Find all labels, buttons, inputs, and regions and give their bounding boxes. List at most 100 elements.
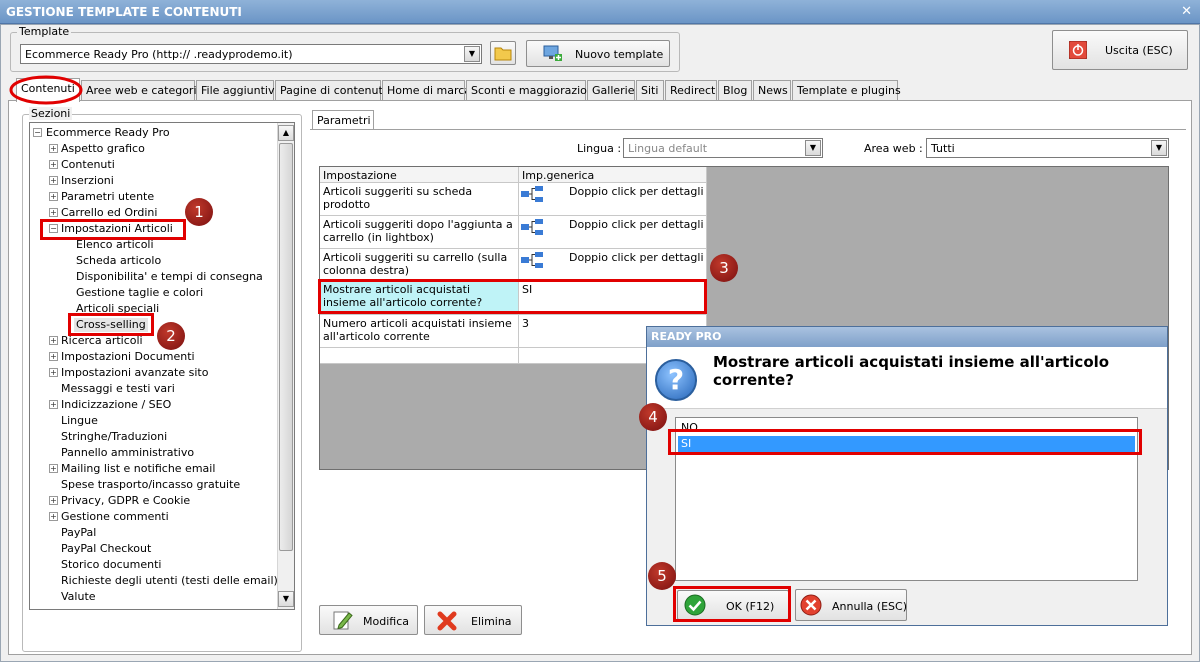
- power-icon: [1069, 41, 1087, 59]
- grid-empty-cell: [320, 348, 519, 364]
- col-header-setting: Impostazione: [320, 167, 519, 183]
- dialog-question: Mostrare articoli acquistati insieme all…: [713, 353, 1110, 389]
- expand-icon[interactable]: +: [49, 336, 58, 345]
- lingua-value: Lingua default: [628, 142, 708, 155]
- grid-setting-cell[interactable]: Articoli suggeriti su carrello (sulla co…: [320, 249, 519, 281]
- grid-setting-cell[interactable]: Articoli suggeriti dopo l'aggiunta a car…: [320, 216, 519, 249]
- chevron-down-icon[interactable]: ▼: [1151, 140, 1167, 156]
- tree-item[interactable]: Privacy, GDPR e Cookie: [61, 494, 190, 508]
- tab-siti[interactable]: Siti: [636, 80, 664, 100]
- modify-button[interactable]: Modifica: [319, 605, 418, 635]
- tab-divider: [310, 129, 1186, 130]
- chevron-down-icon[interactable]: ▼: [805, 140, 821, 156]
- tree-item[interactable]: Gestione taglie e colori: [76, 286, 203, 300]
- tree-item[interactable]: Messaggi e testi vari: [61, 382, 175, 396]
- tree-item[interactable]: PayPal: [61, 526, 96, 540]
- tree-item[interactable]: Valute: [61, 590, 96, 604]
- tree-item[interactable]: Indicizzazione / SEO: [61, 398, 171, 412]
- tree-root[interactable]: Ecommerce Ready Pro: [46, 126, 170, 140]
- expand-icon[interactable]: +: [49, 496, 58, 505]
- tree-item[interactable]: Mailing list e notifiche email: [61, 462, 215, 476]
- tree-item[interactable]: Disponibilita' e tempi di consegna: [76, 270, 263, 284]
- tree-scrollbar[interactable]: ▲ ▼: [277, 123, 294, 609]
- cancel-label: Annulla (ESC): [832, 600, 907, 613]
- expand-icon[interactable]: +: [49, 208, 58, 217]
- tab-template-plugins[interactable]: Template e plugins: [792, 80, 901, 100]
- dialog-title: READY PRO: [647, 327, 1167, 347]
- tab-news[interactable]: News: [753, 80, 791, 100]
- grid-setting-cell[interactable]: Numero articoli acquistati insieme all'a…: [320, 315, 519, 348]
- tree-item[interactable]: Impostazioni avanzate sito: [61, 366, 208, 380]
- grid-setting-cell[interactable]: Articoli suggeriti su scheda prodotto: [320, 183, 519, 216]
- grid-value-text: Doppio click per dettagli: [569, 251, 704, 264]
- tree-item[interactable]: Pannello amministrativo: [61, 446, 194, 460]
- annotation-badge-2: 2: [157, 322, 185, 350]
- expand-icon[interactable]: +: [49, 192, 58, 201]
- grid-value-cell[interactable]: Doppio click per dettagli: [519, 183, 707, 216]
- open-folder-button[interactable]: [490, 41, 516, 65]
- tab-aree-web[interactable]: Aree web e categorie: [81, 80, 203, 100]
- scroll-up-icon[interactable]: ▲: [278, 125, 294, 141]
- confirm-dialog: READY PRO ? Mostrare articoli acquistati…: [646, 326, 1168, 626]
- tree-item[interactable]: Spese trasporto/incasso gratuite: [61, 478, 240, 492]
- area-web-value: Tutti: [931, 142, 955, 155]
- delete-label: Elimina: [471, 615, 512, 628]
- annotation-box-1: [40, 219, 186, 240]
- tree-item[interactable]: Ricerca articoli: [61, 334, 143, 348]
- tree-item[interactable]: Parametri utente: [61, 190, 154, 204]
- close-icon[interactable]: ✕: [1181, 4, 1192, 19]
- dialog-question-area: ? Mostrare articoli acquistati insieme a…: [647, 347, 1167, 409]
- lingua-select[interactable]: Lingua default ▼: [623, 138, 823, 158]
- scroll-down-icon[interactable]: ▼: [278, 591, 294, 607]
- grid-value-cell[interactable]: Doppio click per dettagli: [519, 249, 707, 281]
- new-template-button[interactable]: Nuovo template: [526, 40, 670, 67]
- tab-sconti[interactable]: Sconti e maggiorazioni: [466, 80, 597, 100]
- tree-item[interactable]: Aspetto grafico: [61, 142, 145, 156]
- new-template-label: Nuovo template: [575, 48, 664, 61]
- tab-parametri[interactable]: Parametri: [312, 110, 374, 130]
- tree-item[interactable]: Scheda articolo: [76, 254, 161, 268]
- tree-item[interactable]: Carrello ed Ordini: [61, 206, 157, 220]
- window-title: GESTIONE TEMPLATE E CONTENUTI: [6, 5, 242, 19]
- tab-file-aggiuntivi[interactable]: File aggiuntivi: [196, 80, 278, 100]
- cancel-icon: [800, 594, 822, 616]
- annotation-badge-3: 3: [710, 254, 738, 282]
- tab-home-marca[interactable]: Home di marca: [382, 80, 471, 100]
- area-web-select[interactable]: Tutti ▼: [926, 138, 1169, 158]
- tree-item[interactable]: Richieste degli utenti (testi delle emai…: [61, 574, 278, 588]
- tree-item[interactable]: Contenuti: [61, 158, 115, 172]
- tree-item[interactable]: Gestione commenti: [61, 510, 169, 524]
- tree-item[interactable]: Stringhe/Traduzioni: [61, 430, 167, 444]
- tab-redirect[interactable]: Redirect: [665, 80, 717, 100]
- expand-icon[interactable]: +: [49, 144, 58, 153]
- expand-icon[interactable]: +: [49, 368, 58, 377]
- tab-gallerie[interactable]: Gallerie: [587, 80, 635, 100]
- expand-icon[interactable]: +: [49, 176, 58, 185]
- delete-button[interactable]: Elimina: [424, 605, 522, 635]
- tree-item[interactable]: Storico documenti: [61, 558, 161, 572]
- scroll-thumb[interactable]: [279, 143, 293, 551]
- template-select[interactable]: Ecommerce Ready Pro (http:// .readyprode…: [20, 44, 482, 64]
- tree-structure-icon: [521, 252, 543, 268]
- collapse-icon[interactable]: −: [33, 128, 42, 137]
- grid-value-text: Doppio click per dettagli: [569, 218, 704, 231]
- grid-value-cell[interactable]: Doppio click per dettagli: [519, 216, 707, 249]
- exit-button[interactable]: Uscita (ESC): [1052, 30, 1188, 70]
- tab-blog[interactable]: Blog: [718, 80, 752, 100]
- expand-icon[interactable]: +: [49, 512, 58, 521]
- template-group-label: Template: [17, 25, 72, 38]
- annotation-badge-4: 4: [639, 403, 667, 431]
- tree-item[interactable]: Impostazioni Documenti: [61, 350, 195, 364]
- tab-pagine-contenuti[interactable]: Pagine di contenuti: [275, 80, 386, 100]
- chevron-down-icon[interactable]: ▼: [464, 46, 480, 62]
- expand-icon[interactable]: +: [49, 400, 58, 409]
- tree-item[interactable]: Inserzioni: [61, 174, 114, 188]
- tree-item[interactable]: PayPal Checkout: [61, 542, 151, 556]
- tree-item[interactable]: Elenco articoli: [76, 238, 154, 252]
- cancel-button[interactable]: Annulla (ESC): [795, 589, 907, 621]
- sections-tree: − Ecommerce Ready Pro + Aspetto grafico …: [29, 122, 295, 610]
- expand-icon[interactable]: +: [49, 464, 58, 473]
- expand-icon[interactable]: +: [49, 352, 58, 361]
- tree-item[interactable]: Lingue: [61, 414, 98, 428]
- expand-icon[interactable]: +: [49, 160, 58, 169]
